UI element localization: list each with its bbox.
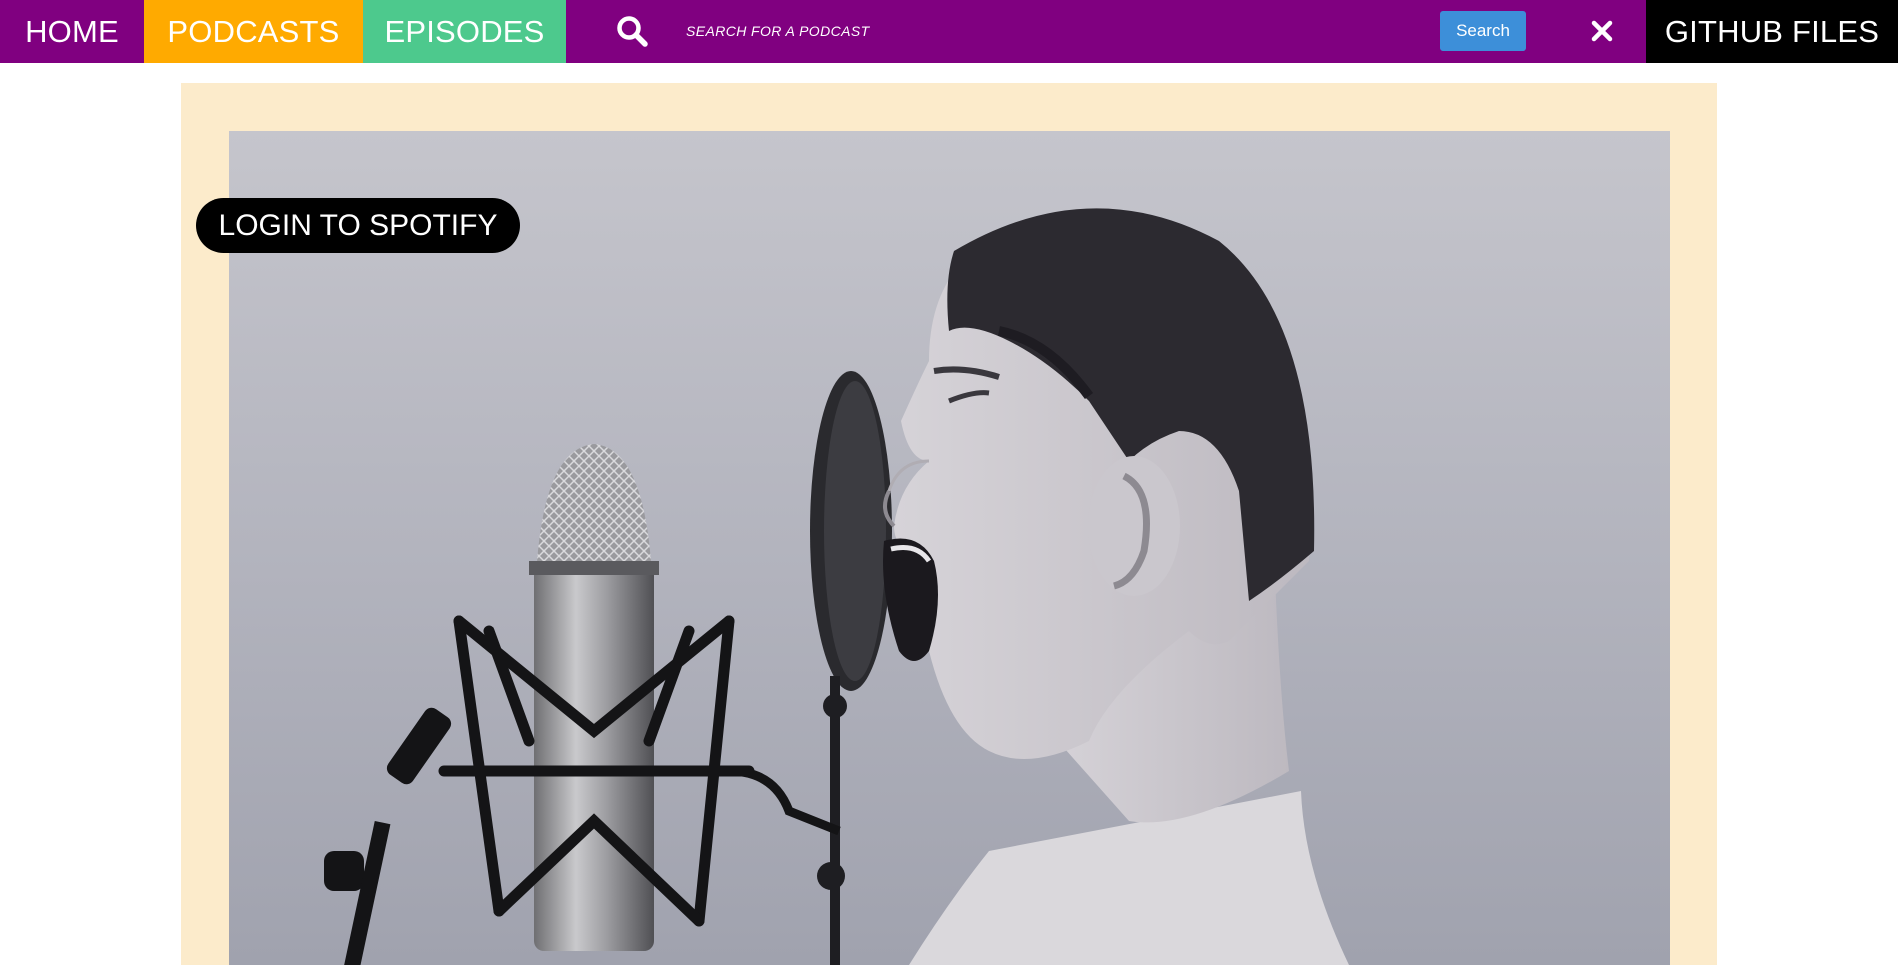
nav-podcasts-link[interactable]: PODCASTS (144, 0, 363, 63)
hero-photo (229, 131, 1670, 965)
nav-episodes-link[interactable]: EPISODES (363, 0, 566, 63)
top-navbar: HOME PODCASTS EPISODES Search GITHUB FIL… (0, 0, 1898, 63)
search-button[interactable]: Search (1440, 11, 1526, 51)
search-bar: Search (566, 0, 1646, 63)
nav-home-link[interactable]: HOME (0, 0, 144, 63)
login-to-spotify-button[interactable]: LOGIN TO SPOTIFY (196, 198, 520, 253)
close-icon[interactable] (1590, 19, 1614, 43)
nav-github-files-link[interactable]: GITHUB FILES (1646, 0, 1898, 63)
child-shouting-microphone-image (229, 131, 1670, 965)
search-input[interactable] (686, 16, 1386, 46)
search-icon[interactable] (616, 15, 648, 47)
